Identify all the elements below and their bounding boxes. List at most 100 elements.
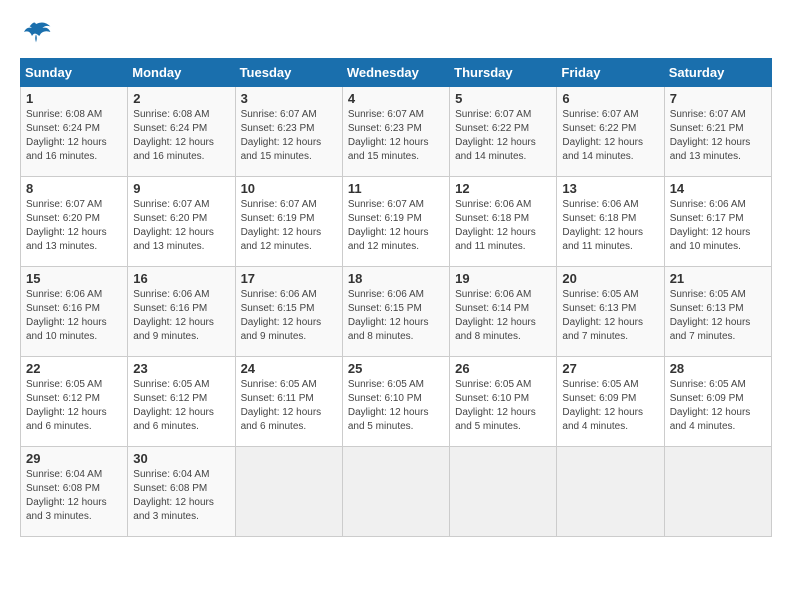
calendar-cell <box>450 447 557 537</box>
calendar-cell: 8 Sunrise: 6:07 AMSunset: 6:20 PMDayligh… <box>21 177 128 267</box>
day-info: Sunrise: 6:07 AMSunset: 6:23 PMDaylight:… <box>348 108 444 164</box>
day-number: 27 <box>562 361 658 376</box>
calendar-cell: 17 Sunrise: 6:06 AMSunset: 6:15 PMDaylig… <box>235 267 342 357</box>
day-number: 30 <box>133 451 229 466</box>
day-info: Sunrise: 6:07 AMSunset: 6:20 PMDaylight:… <box>133 198 229 254</box>
day-number: 6 <box>562 91 658 106</box>
day-info: Sunrise: 6:05 AMSunset: 6:09 PMDaylight:… <box>562 378 658 434</box>
day-number: 17 <box>241 271 337 286</box>
calendar-cell <box>664 447 771 537</box>
calendar-cell: 11 Sunrise: 6:07 AMSunset: 6:19 PMDaylig… <box>342 177 449 267</box>
day-info: Sunrise: 6:07 AMSunset: 6:23 PMDaylight:… <box>241 108 337 164</box>
day-number: 28 <box>670 361 766 376</box>
day-info: Sunrise: 6:06 AMSunset: 6:18 PMDaylight:… <box>562 198 658 254</box>
day-number: 1 <box>26 91 122 106</box>
calendar-cell: 22 Sunrise: 6:05 AMSunset: 6:12 PMDaylig… <box>21 357 128 447</box>
day-number: 18 <box>348 271 444 286</box>
day-header-monday: Monday <box>128 59 235 87</box>
day-info: Sunrise: 6:05 AMSunset: 6:11 PMDaylight:… <box>241 378 337 434</box>
day-number: 3 <box>241 91 337 106</box>
calendar-cell: 5 Sunrise: 6:07 AMSunset: 6:22 PMDayligh… <box>450 87 557 177</box>
day-info: Sunrise: 6:08 AMSunset: 6:24 PMDaylight:… <box>133 108 229 164</box>
calendar-cell: 2 Sunrise: 6:08 AMSunset: 6:24 PMDayligh… <box>128 87 235 177</box>
day-number: 9 <box>133 181 229 196</box>
calendar-cell: 3 Sunrise: 6:07 AMSunset: 6:23 PMDayligh… <box>235 87 342 177</box>
day-info: Sunrise: 6:06 AMSunset: 6:14 PMDaylight:… <box>455 288 551 344</box>
day-number: 12 <box>455 181 551 196</box>
day-info: Sunrise: 6:06 AMSunset: 6:15 PMDaylight:… <box>241 288 337 344</box>
day-number: 25 <box>348 361 444 376</box>
day-header-wednesday: Wednesday <box>342 59 449 87</box>
calendar-cell: 29 Sunrise: 6:04 AMSunset: 6:08 PMDaylig… <box>21 447 128 537</box>
calendar-cell: 14 Sunrise: 6:06 AMSunset: 6:17 PMDaylig… <box>664 177 771 267</box>
day-number: 16 <box>133 271 229 286</box>
day-info: Sunrise: 6:07 AMSunset: 6:20 PMDaylight:… <box>26 198 122 254</box>
calendar-cell <box>235 447 342 537</box>
day-number: 23 <box>133 361 229 376</box>
calendar-cell: 15 Sunrise: 6:06 AMSunset: 6:16 PMDaylig… <box>21 267 128 357</box>
calendar-cell: 20 Sunrise: 6:05 AMSunset: 6:13 PMDaylig… <box>557 267 664 357</box>
calendar-week-3: 15 Sunrise: 6:06 AMSunset: 6:16 PMDaylig… <box>21 267 772 357</box>
day-header-thursday: Thursday <box>450 59 557 87</box>
day-info: Sunrise: 6:04 AMSunset: 6:08 PMDaylight:… <box>133 468 229 524</box>
day-number: 15 <box>26 271 122 286</box>
calendar-cell: 19 Sunrise: 6:06 AMSunset: 6:14 PMDaylig… <box>450 267 557 357</box>
day-number: 11 <box>348 181 444 196</box>
day-info: Sunrise: 6:07 AMSunset: 6:19 PMDaylight:… <box>241 198 337 254</box>
day-number: 26 <box>455 361 551 376</box>
day-number: 21 <box>670 271 766 286</box>
calendar-cell: 16 Sunrise: 6:06 AMSunset: 6:16 PMDaylig… <box>128 267 235 357</box>
day-header-friday: Friday <box>557 59 664 87</box>
day-number: 14 <box>670 181 766 196</box>
day-number: 10 <box>241 181 337 196</box>
calendar-cell: 26 Sunrise: 6:05 AMSunset: 6:10 PMDaylig… <box>450 357 557 447</box>
day-info: Sunrise: 6:05 AMSunset: 6:10 PMDaylight:… <box>455 378 551 434</box>
calendar-week-5: 29 Sunrise: 6:04 AMSunset: 6:08 PMDaylig… <box>21 447 772 537</box>
calendar-cell: 1 Sunrise: 6:08 AMSunset: 6:24 PMDayligh… <box>21 87 128 177</box>
calendar-cell: 18 Sunrise: 6:06 AMSunset: 6:15 PMDaylig… <box>342 267 449 357</box>
calendar-body: 1 Sunrise: 6:08 AMSunset: 6:24 PMDayligh… <box>21 87 772 537</box>
day-info: Sunrise: 6:05 AMSunset: 6:09 PMDaylight:… <box>670 378 766 434</box>
calendar-cell: 7 Sunrise: 6:07 AMSunset: 6:21 PMDayligh… <box>664 87 771 177</box>
calendar-week-2: 8 Sunrise: 6:07 AMSunset: 6:20 PMDayligh… <box>21 177 772 267</box>
day-header-saturday: Saturday <box>664 59 771 87</box>
calendar-cell: 21 Sunrise: 6:05 AMSunset: 6:13 PMDaylig… <box>664 267 771 357</box>
logo <box>20 20 56 48</box>
calendar-cell: 23 Sunrise: 6:05 AMSunset: 6:12 PMDaylig… <box>128 357 235 447</box>
calendar-cell: 25 Sunrise: 6:05 AMSunset: 6:10 PMDaylig… <box>342 357 449 447</box>
day-number: 19 <box>455 271 551 286</box>
day-header-tuesday: Tuesday <box>235 59 342 87</box>
calendar-header: SundayMondayTuesdayWednesdayThursdayFrid… <box>21 59 772 87</box>
calendar-cell: 6 Sunrise: 6:07 AMSunset: 6:22 PMDayligh… <box>557 87 664 177</box>
day-number: 7 <box>670 91 766 106</box>
calendar-table: SundayMondayTuesdayWednesdayThursdayFrid… <box>20 58 772 537</box>
calendar-cell: 30 Sunrise: 6:04 AMSunset: 6:08 PMDaylig… <box>128 447 235 537</box>
calendar-cell: 9 Sunrise: 6:07 AMSunset: 6:20 PMDayligh… <box>128 177 235 267</box>
calendar-cell: 27 Sunrise: 6:05 AMSunset: 6:09 PMDaylig… <box>557 357 664 447</box>
calendar-cell: 12 Sunrise: 6:06 AMSunset: 6:18 PMDaylig… <box>450 177 557 267</box>
day-number: 2 <box>133 91 229 106</box>
day-info: Sunrise: 6:05 AMSunset: 6:10 PMDaylight:… <box>348 378 444 434</box>
calendar-cell <box>557 447 664 537</box>
day-info: Sunrise: 6:07 AMSunset: 6:22 PMDaylight:… <box>455 108 551 164</box>
day-info: Sunrise: 6:05 AMSunset: 6:12 PMDaylight:… <box>26 378 122 434</box>
day-number: 4 <box>348 91 444 106</box>
day-number: 24 <box>241 361 337 376</box>
calendar-cell: 4 Sunrise: 6:07 AMSunset: 6:23 PMDayligh… <box>342 87 449 177</box>
calendar-week-1: 1 Sunrise: 6:08 AMSunset: 6:24 PMDayligh… <box>21 87 772 177</box>
day-info: Sunrise: 6:07 AMSunset: 6:21 PMDaylight:… <box>670 108 766 164</box>
logo-bird-icon <box>20 20 52 48</box>
day-number: 22 <box>26 361 122 376</box>
calendar-cell: 10 Sunrise: 6:07 AMSunset: 6:19 PMDaylig… <box>235 177 342 267</box>
day-info: Sunrise: 6:08 AMSunset: 6:24 PMDaylight:… <box>26 108 122 164</box>
day-info: Sunrise: 6:06 AMSunset: 6:18 PMDaylight:… <box>455 198 551 254</box>
day-number: 29 <box>26 451 122 466</box>
day-info: Sunrise: 6:06 AMSunset: 6:17 PMDaylight:… <box>670 198 766 254</box>
day-info: Sunrise: 6:07 AMSunset: 6:19 PMDaylight:… <box>348 198 444 254</box>
day-info: Sunrise: 6:06 AMSunset: 6:16 PMDaylight:… <box>133 288 229 344</box>
calendar-week-4: 22 Sunrise: 6:05 AMSunset: 6:12 PMDaylig… <box>21 357 772 447</box>
calendar-cell: 24 Sunrise: 6:05 AMSunset: 6:11 PMDaylig… <box>235 357 342 447</box>
calendar-cell: 13 Sunrise: 6:06 AMSunset: 6:18 PMDaylig… <box>557 177 664 267</box>
day-info: Sunrise: 6:04 AMSunset: 6:08 PMDaylight:… <box>26 468 122 524</box>
day-number: 5 <box>455 91 551 106</box>
